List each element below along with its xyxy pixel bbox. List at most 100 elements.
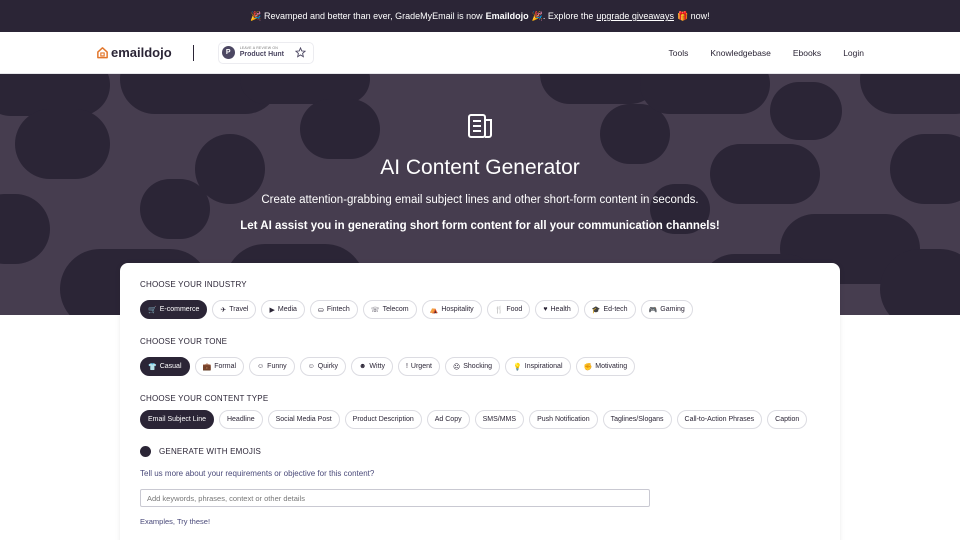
industry-chip-travel[interactable]: ✈ Travel [212, 300, 257, 319]
tone-chip-witty[interactable]: ☻ Witty [351, 357, 393, 376]
quirky-icon: ☺ [307, 363, 315, 370]
casual-icon: 👕 [148, 363, 157, 371]
industry-chip-label: Health [550, 306, 571, 313]
content-type-chip-sms-mms[interactable]: SMS/MMS [474, 410, 525, 429]
producthunt-badge[interactable]: P LEAVE A REVIEW ON Product Hunt [217, 41, 315, 64]
industry-chip-e-commerce[interactable]: 🛒 E-commerce [140, 300, 208, 319]
industry-chip-label: Gaming [660, 306, 685, 313]
nav-links: Tools Knowledgebase Ebooks Login [668, 48, 864, 58]
emoji-radio[interactable] [140, 446, 151, 457]
tone-chip-motivating[interactable]: ✊ Motivating [575, 357, 636, 376]
tone-chip-funny[interactable]: ☺ Funny [249, 357, 295, 376]
content-type-chip-label: Email Subject Line [148, 416, 206, 423]
logo-text: emaildojo [111, 45, 172, 60]
industry-chip-label: Food [506, 306, 523, 313]
emoji-toggle-row[interactable]: GENERATE WITH EMOJIS [140, 446, 261, 457]
content-type-chip-call-to-action-phrases[interactable]: Call-to-Action Phrases [676, 410, 763, 429]
witty-icon: ☻ [359, 363, 367, 370]
emoji-label: GENERATE WITH EMOJIS [159, 447, 262, 456]
industry-title: CHOOSE YOUR INDUSTRY [140, 280, 247, 289]
content-type-chip-push-notification[interactable]: Push Notification [529, 410, 598, 429]
industry-chip-health[interactable]: ♥ Health [535, 300, 579, 319]
content-type-chip-email-subject-line[interactable]: Email Subject Line [140, 410, 214, 429]
announcement-brand: Emaildojo [485, 11, 529, 21]
nav-link-login[interactable]: Login [843, 48, 864, 58]
hero-subtitle-bold: Let AI assist you in generating short fo… [240, 220, 720, 232]
tone-chip-inspirational[interactable]: 💡 Inspirational [505, 357, 571, 376]
house-logo-icon [97, 47, 108, 59]
industry-chip-ed-tech[interactable]: 🎓 Ed-tech [583, 300, 636, 319]
tone-chip-label: Quirky [317, 363, 339, 370]
content-type-chip-label: Push Notification [537, 416, 590, 423]
generator-card: CHOOSE YOUR INDUSTRY 🛒 E-commerce ✈ Travel ▶… [120, 263, 840, 540]
tone-chip-urgent[interactable]: ! Urgent [397, 357, 440, 376]
health-icon: ♥ [543, 306, 548, 313]
industry-chip-label: Media [277, 306, 297, 313]
producthunt-icon: P [221, 46, 235, 59]
content-type-chip-social-media-post[interactable]: Social Media Post [267, 410, 340, 429]
content-type-chip-product-description[interactable]: Product Description [344, 410, 422, 429]
announcement-text: 🎉 Revamped and better than ever, GradeMy… [250, 10, 483, 21]
tone-chip-label: Casual [159, 363, 182, 370]
motivating-icon: ✊ [583, 363, 593, 371]
nav-divider [192, 44, 194, 61]
content-type-chip-headline[interactable]: Headline [218, 410, 263, 429]
content-type-chip-label: Call-to-Action Phrases [684, 416, 755, 423]
industry-chip-telecom[interactable]: ☏ Telecom [362, 300, 417, 319]
page-title: AI Content Generator [380, 156, 580, 179]
fintech-icon: ⛀ [317, 306, 324, 314]
industry-chip-label: Hospitality [441, 306, 474, 313]
nav-link-knowledgebase[interactable]: Knowledgebase [710, 48, 771, 58]
industry-chip-label: Telecom [382, 306, 409, 313]
content-type-chip-ad-copy[interactable]: Ad Copy [426, 410, 470, 429]
industry-chip-label: Ed-tech [603, 306, 628, 313]
tone-chip-casual[interactable]: 👕 Casual [140, 357, 190, 376]
content-type-chip-label: Social Media Post [275, 416, 332, 423]
content-type-options: Email Subject Line Headline Social Media P… [140, 410, 808, 429]
media-icon: ▶ [269, 306, 275, 314]
content-type-chip-caption[interactable]: Caption [767, 410, 808, 429]
industry-chip-fintech[interactable]: ⛀ Fintech [309, 300, 358, 319]
industry-chip-label: Travel [229, 306, 249, 313]
travel-icon: ✈ [220, 306, 227, 314]
announcement-text-3: 🎁 now! [676, 10, 710, 21]
document-icon [468, 114, 492, 138]
content-type-chip-taglines-slogans[interactable]: Taglines/Slogans [602, 410, 672, 429]
requirements-question: Tell us more about your requirements or … [140, 469, 375, 478]
hospitality-icon: ⛺ [429, 306, 439, 314]
producthunt-label: Product Hunt [239, 51, 285, 59]
keywords-input[interactable] [140, 489, 650, 507]
tone-chip-label: Formal [214, 363, 237, 370]
industry-chip-media[interactable]: ▶ Media [261, 300, 305, 319]
tone-chip-shocking[interactable]: ☹ Shocking [444, 357, 501, 376]
industry-chip-food[interactable]: 🍴 Food [486, 300, 531, 319]
tone-chip-label: Inspirational [524, 363, 563, 370]
content-type-chip-label: Caption [775, 416, 800, 423]
formal-icon: 💼 [202, 363, 212, 371]
emaildojo-logo[interactable]: emaildojo [96, 45, 172, 60]
tone-chip-formal[interactable]: 💼 Formal [194, 357, 245, 376]
funny-icon: ☺ [257, 363, 265, 370]
industry-chip-label: E-commerce [159, 306, 200, 313]
telecom-icon: ☏ [370, 306, 380, 314]
upgrade-giveaways-link[interactable]: upgrade giveaways [596, 11, 674, 21]
content-type-chip-label: Taglines/Slogans [610, 416, 664, 423]
announcement-bar: 🎉 Revamped and better than ever, GradeMy… [0, 0, 960, 32]
urgent-icon: ! [405, 363, 408, 370]
industry-chip-hospitality[interactable]: ⛺ Hospitality [421, 300, 482, 319]
producthunt-small-label: LEAVE A REVIEW ON [239, 45, 279, 50]
top-nav: emaildojo P LEAVE A REVIEW ON Product Hu… [0, 32, 960, 74]
examples-link[interactable]: Examples, Try these! [140, 517, 210, 526]
industry-chip-label: Fintech [326, 306, 350, 313]
nav-link-ebooks[interactable]: Ebooks [793, 48, 821, 58]
industry-chip-gaming[interactable]: 🎮 Gaming [640, 300, 693, 319]
tone-title: CHOOSE YOUR TONE [140, 337, 228, 346]
nav-link-tools[interactable]: Tools [668, 48, 688, 58]
content-type-chip-label: Ad Copy [434, 416, 462, 423]
star-icon [295, 47, 307, 58]
shocking-icon: ☹ [452, 363, 461, 371]
tone-chip-quirky[interactable]: ☺ Quirky [299, 357, 347, 376]
gaming-icon: 🎮 [648, 306, 658, 314]
content-type-chip-label: SMS/MMS [482, 416, 517, 423]
e-commerce-icon: 🛒 [148, 306, 157, 314]
